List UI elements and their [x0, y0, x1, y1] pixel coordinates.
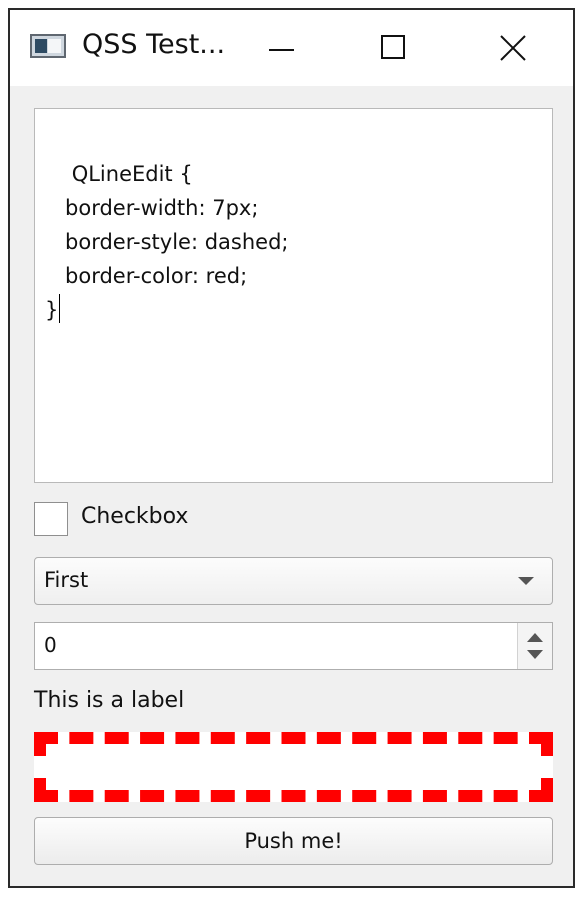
maximize-icon	[381, 35, 405, 59]
window-title: QSS Test...	[82, 29, 226, 60]
static-label: This is a label	[34, 688, 185, 713]
stylesheet-text: QLineEdit { border-width: 7px; border-st…	[45, 162, 289, 322]
minimize-icon	[269, 49, 294, 51]
app-window-icon	[30, 34, 66, 58]
chevron-down-icon	[518, 577, 534, 585]
maximize-button[interactable]	[369, 24, 425, 72]
spin-up-icon[interactable]	[527, 633, 543, 642]
combobox[interactable]: First	[34, 557, 553, 605]
close-icon	[500, 35, 526, 61]
spin-down-icon[interactable]	[527, 650, 543, 659]
stylesheet-editor[interactable]: QLineEdit { border-width: 7px; border-st…	[34, 108, 553, 483]
checkbox-label[interactable]: Checkbox	[81, 504, 188, 529]
title-bar[interactable]: QSS Test...	[10, 10, 573, 86]
combobox-selected-value: First	[44, 568, 89, 592]
spinbox-buttons[interactable]	[517, 623, 552, 669]
close-button[interactable]	[488, 24, 544, 72]
minimize-button[interactable]	[257, 24, 313, 72]
spinbox-value[interactable]: 0	[44, 633, 57, 657]
checkbox[interactable]	[34, 502, 68, 536]
push-button[interactable]: Push me!	[34, 817, 553, 865]
main-window: QSS Test... QLineEdit { border-width: 7p…	[8, 8, 575, 888]
line-edit[interactable]	[34, 732, 553, 802]
spinbox[interactable]: 0	[34, 622, 553, 670]
text-caret	[59, 294, 61, 323]
